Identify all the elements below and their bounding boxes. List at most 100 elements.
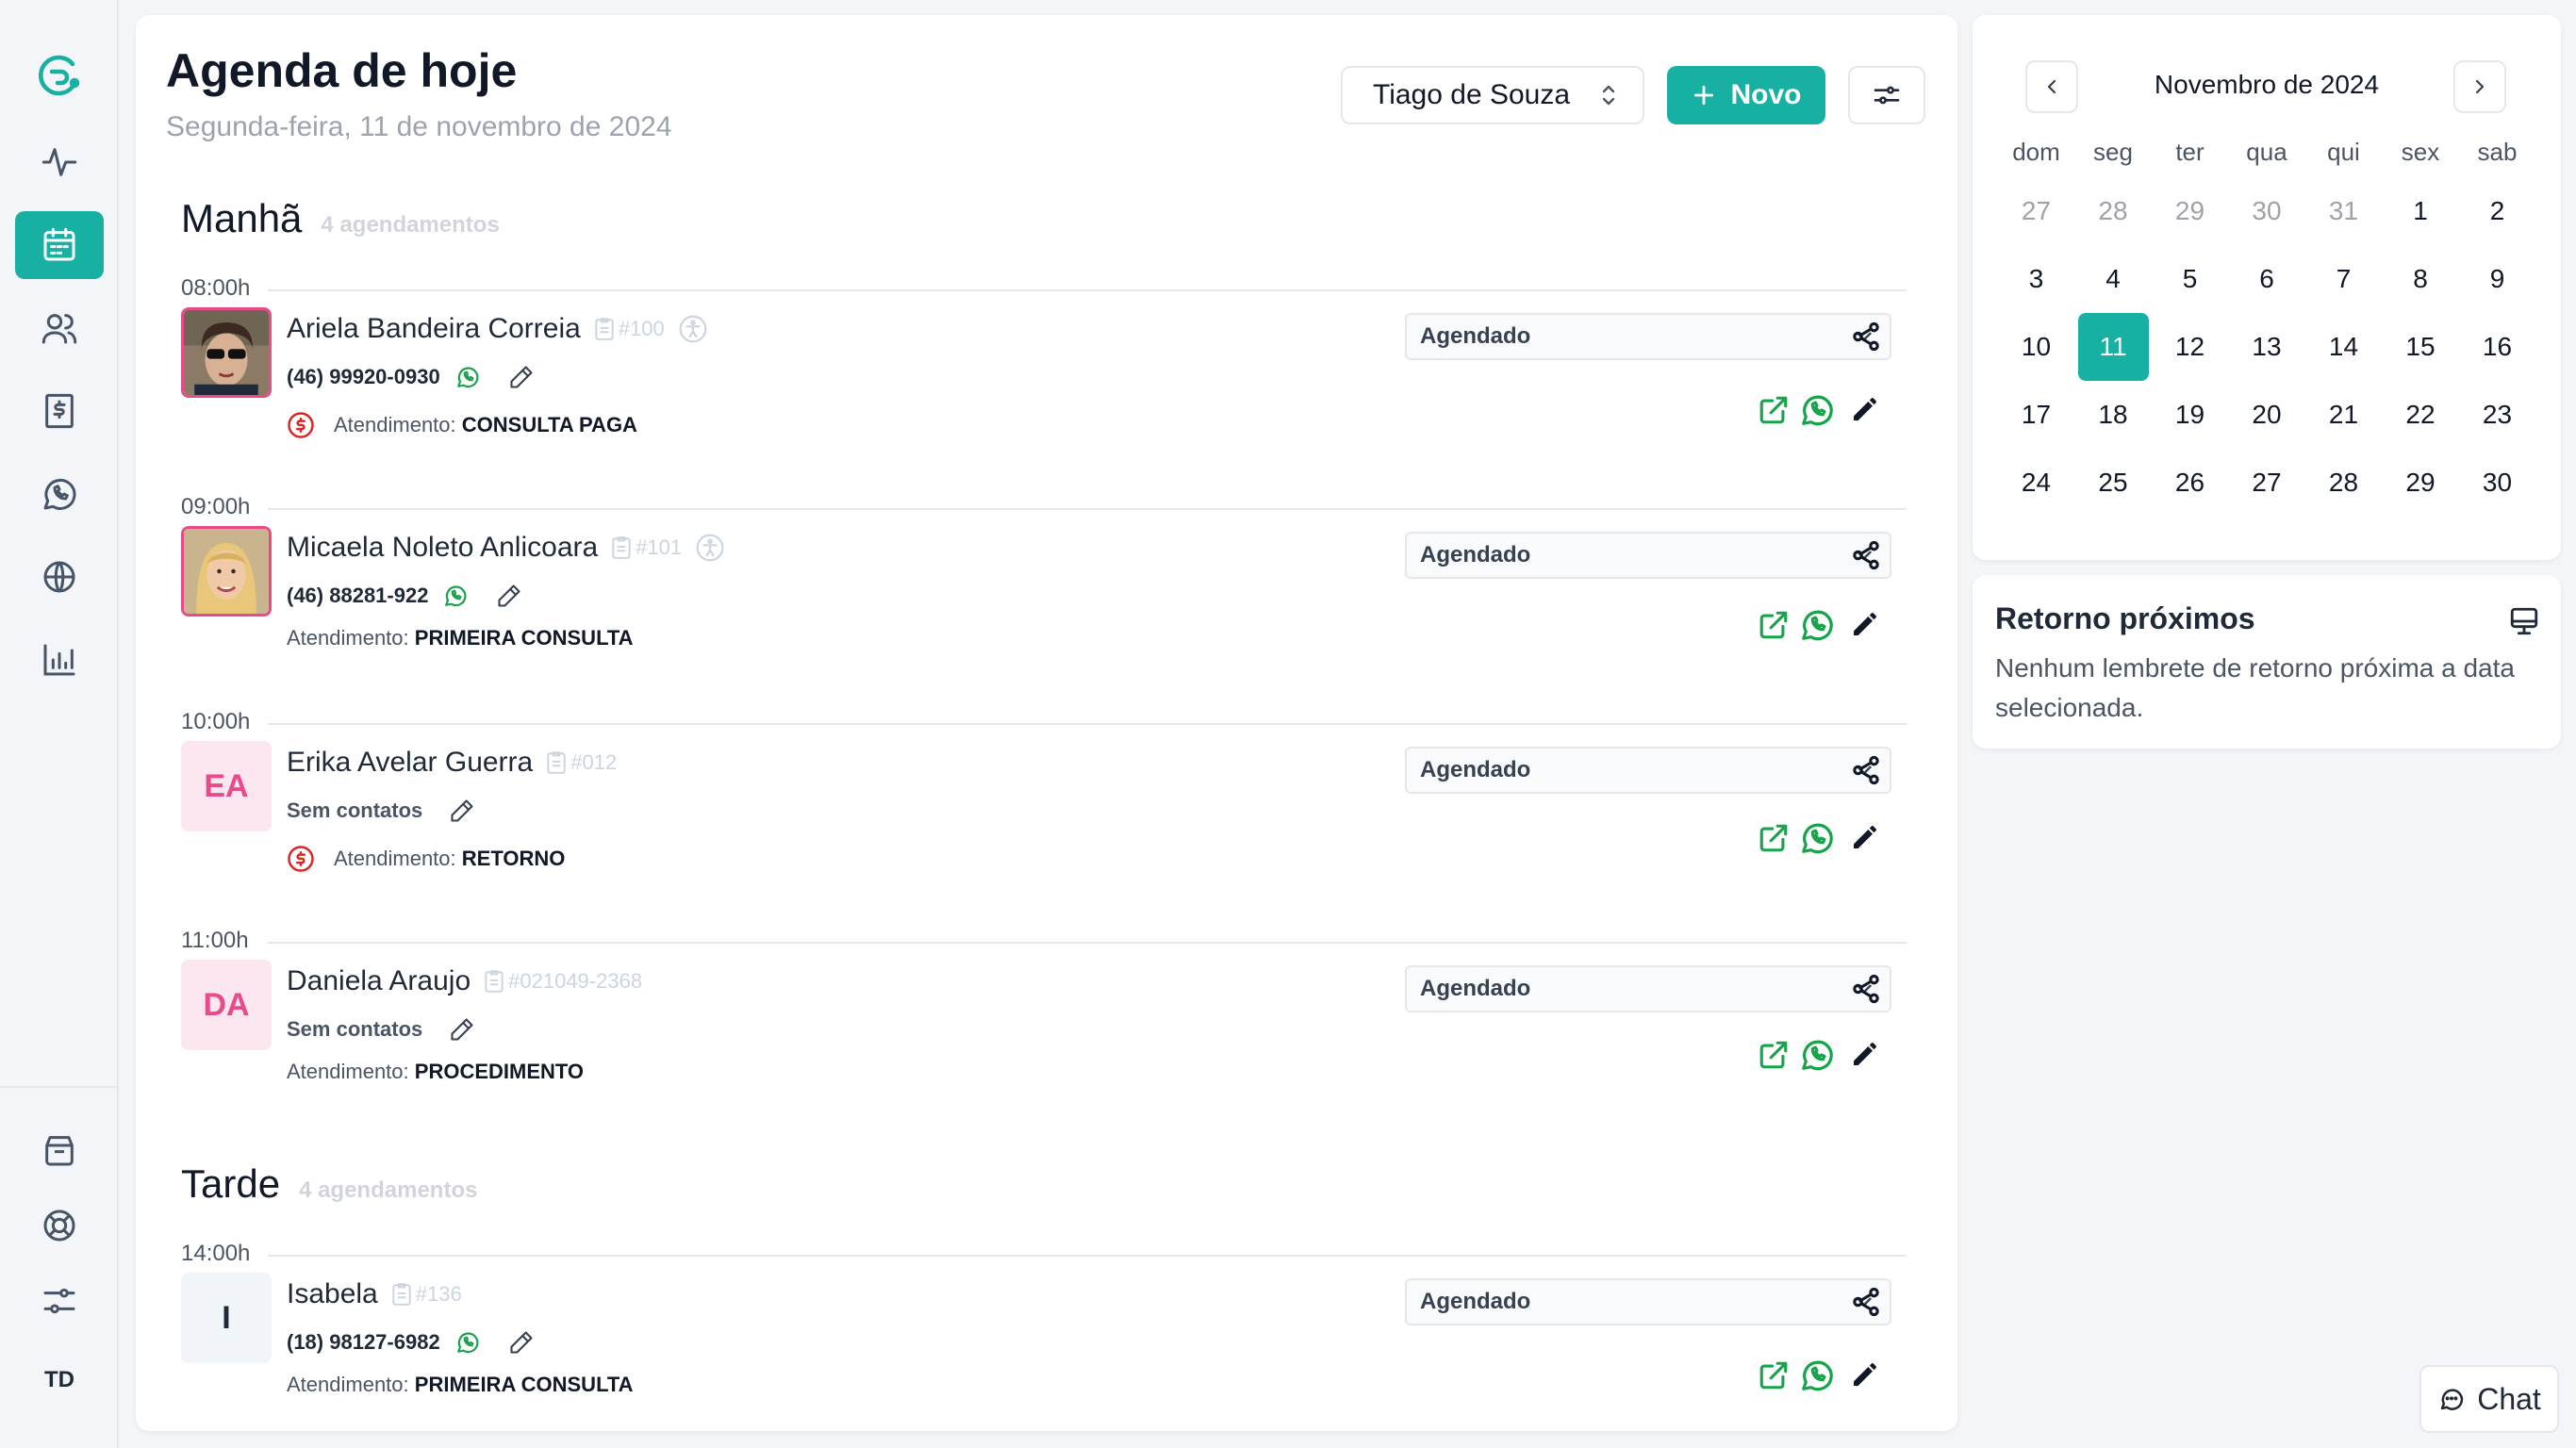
share-icon[interactable] xyxy=(1850,754,1882,786)
patient-initials-avatar[interactable]: DA xyxy=(181,960,272,1050)
calendar-day[interactable]: 28 xyxy=(2078,177,2149,245)
monitor-icon[interactable] xyxy=(2508,605,2540,637)
calendar-day[interactable]: 30 xyxy=(2232,177,2303,245)
patient-name[interactable]: Daniela Araujo xyxy=(287,965,471,997)
share-icon[interactable] xyxy=(1850,973,1882,1005)
calendar-day[interactable]: 2 xyxy=(2462,177,2533,245)
chevron-up-down-icon xyxy=(1597,81,1620,109)
patient-photo[interactable] xyxy=(181,307,272,398)
filter-button[interactable] xyxy=(1848,66,1925,124)
calendar-day[interactable]: 28 xyxy=(2308,449,2379,517)
patient-initials-avatar[interactable]: EA xyxy=(181,741,272,831)
status-select[interactable]: Agendado xyxy=(1405,965,1891,1012)
calendar-day[interactable]: 29 xyxy=(2386,449,2456,517)
calendar-day[interactable]: 6 xyxy=(2232,245,2303,313)
calendar-day[interactable]: 30 xyxy=(2462,449,2533,517)
calendar-day[interactable]: 19 xyxy=(2155,381,2225,449)
sidebar-item-help[interactable] xyxy=(15,1192,104,1259)
share-icon[interactable] xyxy=(1850,539,1882,571)
patient-name[interactable]: Micaela Noleto Anlicoara xyxy=(287,532,598,564)
calendar-day[interactable]: 26 xyxy=(2155,449,2225,517)
calendar-day-selected[interactable]: 11 xyxy=(2077,313,2149,381)
calendar-day[interactable]: 9 xyxy=(2462,245,2533,313)
calendar-day[interactable]: 3 xyxy=(2001,245,2072,313)
calendar-day[interactable]: 25 xyxy=(2078,449,2149,517)
calendar-day[interactable]: 7 xyxy=(2308,245,2379,313)
calendar-day[interactable]: 4 xyxy=(2078,245,2149,313)
whatsapp-icon[interactable] xyxy=(1799,392,1835,428)
calendar-day[interactable]: 20 xyxy=(2232,381,2303,449)
patient-name[interactable]: Ariela Bandeira Correia xyxy=(287,313,581,345)
app-logo[interactable] xyxy=(15,41,104,109)
sidebar-item-web[interactable] xyxy=(15,543,104,611)
clipboard-icon xyxy=(546,750,567,775)
external-link-icon[interactable] xyxy=(1758,1359,1790,1391)
sidebar-item-activity[interactable] xyxy=(15,128,104,196)
sidebar-item-patients[interactable] xyxy=(15,294,104,362)
external-link-icon[interactable] xyxy=(1758,394,1790,426)
status-select[interactable]: Agendado xyxy=(1405,1278,1891,1325)
calendar-day[interactable]: 8 xyxy=(2386,245,2456,313)
sidebar-item-settings[interactable] xyxy=(15,1267,104,1335)
edit-pencil-icon[interactable] xyxy=(1850,1039,1880,1069)
edit-pencil-icon[interactable] xyxy=(1850,822,1880,852)
user-avatar[interactable]: TD xyxy=(15,1358,104,1403)
section-count: 4 agendamentos xyxy=(299,1177,478,1203)
patient-initials-avatar[interactable]: I xyxy=(181,1273,272,1363)
edit-pencil-icon[interactable] xyxy=(1850,1359,1880,1390)
calendar-day[interactable]: 5 xyxy=(2155,245,2225,313)
edit-contact-pencil-icon[interactable] xyxy=(449,798,475,824)
calendar-day[interactable]: 1 xyxy=(2386,177,2456,245)
whatsapp-icon[interactable] xyxy=(443,584,468,608)
whatsapp-icon[interactable] xyxy=(1799,1358,1835,1393)
chat-button[interactable]: Chat xyxy=(2419,1365,2559,1433)
whatsapp-icon[interactable] xyxy=(1799,1037,1835,1073)
share-icon[interactable] xyxy=(1850,321,1882,353)
whatsapp-icon[interactable] xyxy=(1799,820,1835,856)
calendar-day[interactable]: 27 xyxy=(2232,449,2303,517)
whatsapp-icon[interactable] xyxy=(455,365,480,389)
edit-pencil-icon[interactable] xyxy=(1850,609,1880,639)
edit-contact-pencil-icon[interactable] xyxy=(508,1329,535,1356)
sidebar-item-finance[interactable] xyxy=(15,377,104,445)
patient-name[interactable]: Isabela xyxy=(287,1278,378,1310)
time-divider xyxy=(268,508,1907,510)
status-select[interactable]: Agendado xyxy=(1405,313,1891,360)
patient-name[interactable]: Erika Avelar Guerra xyxy=(287,747,533,779)
calendar-day[interactable]: 31 xyxy=(2308,177,2379,245)
patient-photo[interactable] xyxy=(181,526,272,617)
status-select[interactable]: Agendado xyxy=(1405,532,1891,579)
calendar-next-button[interactable] xyxy=(2453,60,2506,113)
edit-contact-pencil-icon[interactable] xyxy=(449,1016,475,1043)
calendar-day[interactable]: 21 xyxy=(2308,381,2379,449)
calendar-day[interactable]: 17 xyxy=(2001,381,2072,449)
status-select[interactable]: Agendado xyxy=(1405,747,1891,794)
edit-contact-pencil-icon[interactable] xyxy=(508,364,535,390)
whatsapp-icon[interactable] xyxy=(1799,607,1835,643)
calendar-day[interactable]: 15 xyxy=(2386,313,2456,381)
calendar-day[interactable]: 18 xyxy=(2078,381,2149,449)
calendar-day[interactable]: 27 xyxy=(2001,177,2072,245)
calendar-day[interactable]: 22 xyxy=(2386,381,2456,449)
sidebar-item-whatsapp[interactable] xyxy=(15,460,104,528)
calendar-day[interactable]: 29 xyxy=(2155,177,2225,245)
edit-contact-pencil-icon[interactable] xyxy=(496,583,522,609)
calendar-day[interactable]: 14 xyxy=(2308,313,2379,381)
edit-pencil-icon[interactable] xyxy=(1850,394,1880,424)
external-link-icon[interactable] xyxy=(1758,1039,1790,1071)
share-icon[interactable] xyxy=(1850,1286,1882,1318)
professional-select[interactable]: Tiago de Souza xyxy=(1341,66,1644,124)
external-link-icon[interactable] xyxy=(1758,609,1790,641)
whatsapp-icon[interactable] xyxy=(455,1330,480,1355)
sidebar-item-agenda[interactable] xyxy=(15,211,104,279)
calendar-day[interactable]: 13 xyxy=(2232,313,2303,381)
external-link-icon[interactable] xyxy=(1758,822,1790,854)
calendar-day[interactable]: 16 xyxy=(2462,313,2533,381)
new-appointment-button[interactable]: Novo xyxy=(1667,66,1825,124)
calendar-day[interactable]: 12 xyxy=(2155,313,2225,381)
calendar-day[interactable]: 10 xyxy=(2001,313,2072,381)
calendar-day[interactable]: 24 xyxy=(2001,449,2072,517)
sidebar-item-reports[interactable] xyxy=(15,626,104,694)
calendar-day[interactable]: 23 xyxy=(2462,381,2533,449)
sidebar-item-store[interactable] xyxy=(15,1116,104,1184)
